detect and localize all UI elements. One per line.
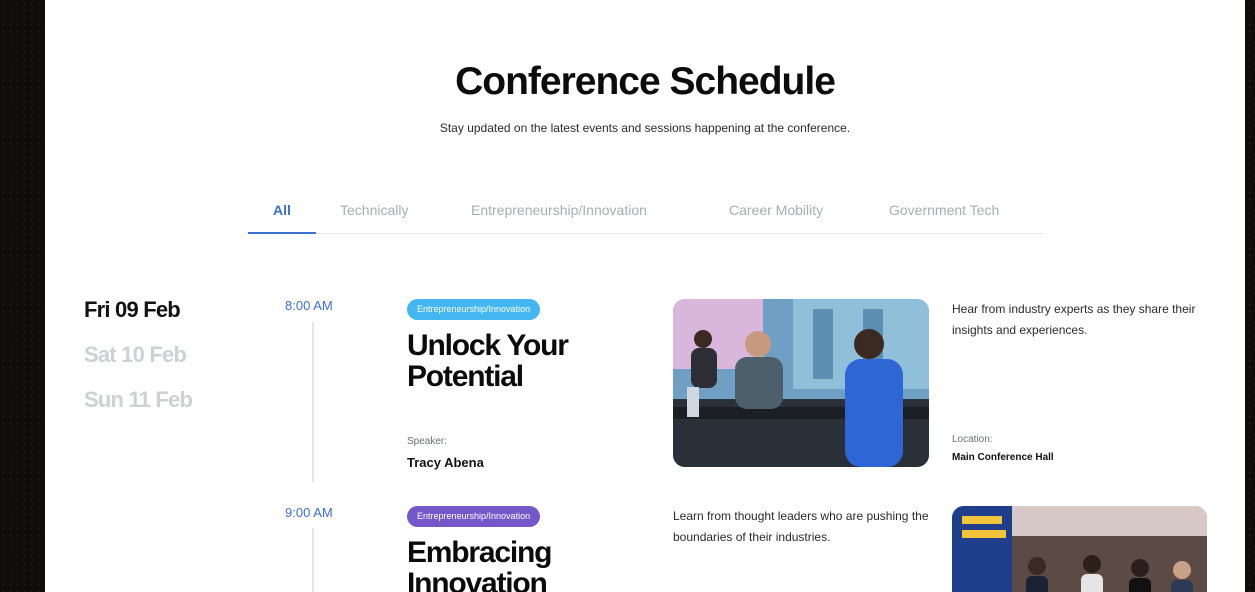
timeline-line: [312, 528, 314, 592]
session-category-tag: Entrepreneurship/Innovation: [407, 506, 541, 527]
page-title: Conference Schedule: [455, 60, 836, 103]
tab-entrepreneurship-innovation[interactable]: Entrepreneurship/Innovation: [471, 202, 647, 218]
session-image-networking: [673, 299, 929, 467]
session-title: Unlock Your Potential: [407, 329, 569, 393]
speaker-label: Speaker:: [407, 436, 448, 447]
location-label: Location:: [952, 434, 993, 445]
timeline-line: [312, 322, 314, 482]
session-category-tag: Entrepreneurship/Innovation: [407, 299, 541, 320]
day-sat-10-feb[interactable]: Sat 10 Feb: [84, 342, 187, 368]
location-name: Main Conference Hall: [952, 452, 1054, 463]
tab-all[interactable]: All: [273, 202, 291, 218]
tab-career-mobility[interactable]: Career Mobility: [729, 202, 823, 218]
day-sun-11-feb[interactable]: Sun 11 Feb: [84, 387, 193, 413]
page-subtitle: Stay updated on the latest events and se…: [439, 121, 851, 135]
day-fri-09-feb[interactable]: Fri 09 Feb: [84, 297, 181, 323]
active-tab-indicator: [248, 232, 316, 234]
session-time: 8:00 AM: [285, 298, 333, 313]
session-title: Embracing Innovation: [407, 536, 552, 592]
session-image-panel: [952, 506, 1207, 592]
session-description: Hear from industry experts as they share…: [952, 302, 1196, 337]
networking-photo-icon: [673, 299, 929, 467]
tab-government-tech[interactable]: Government Tech: [889, 202, 999, 218]
speaker-name: Tracy Abena: [407, 455, 484, 470]
tab-technically[interactable]: Technically: [340, 202, 408, 218]
schedule-page: Conference Schedule Stay updated on the …: [45, 0, 1245, 592]
category-tabs: All Technically Entrepreneurship/Innovat…: [248, 192, 1043, 234]
session-time: 9:00 AM: [285, 505, 333, 520]
session-description: Learn from thought leaders who are pushi…: [673, 509, 929, 544]
panel-photo-icon: [952, 506, 1207, 592]
